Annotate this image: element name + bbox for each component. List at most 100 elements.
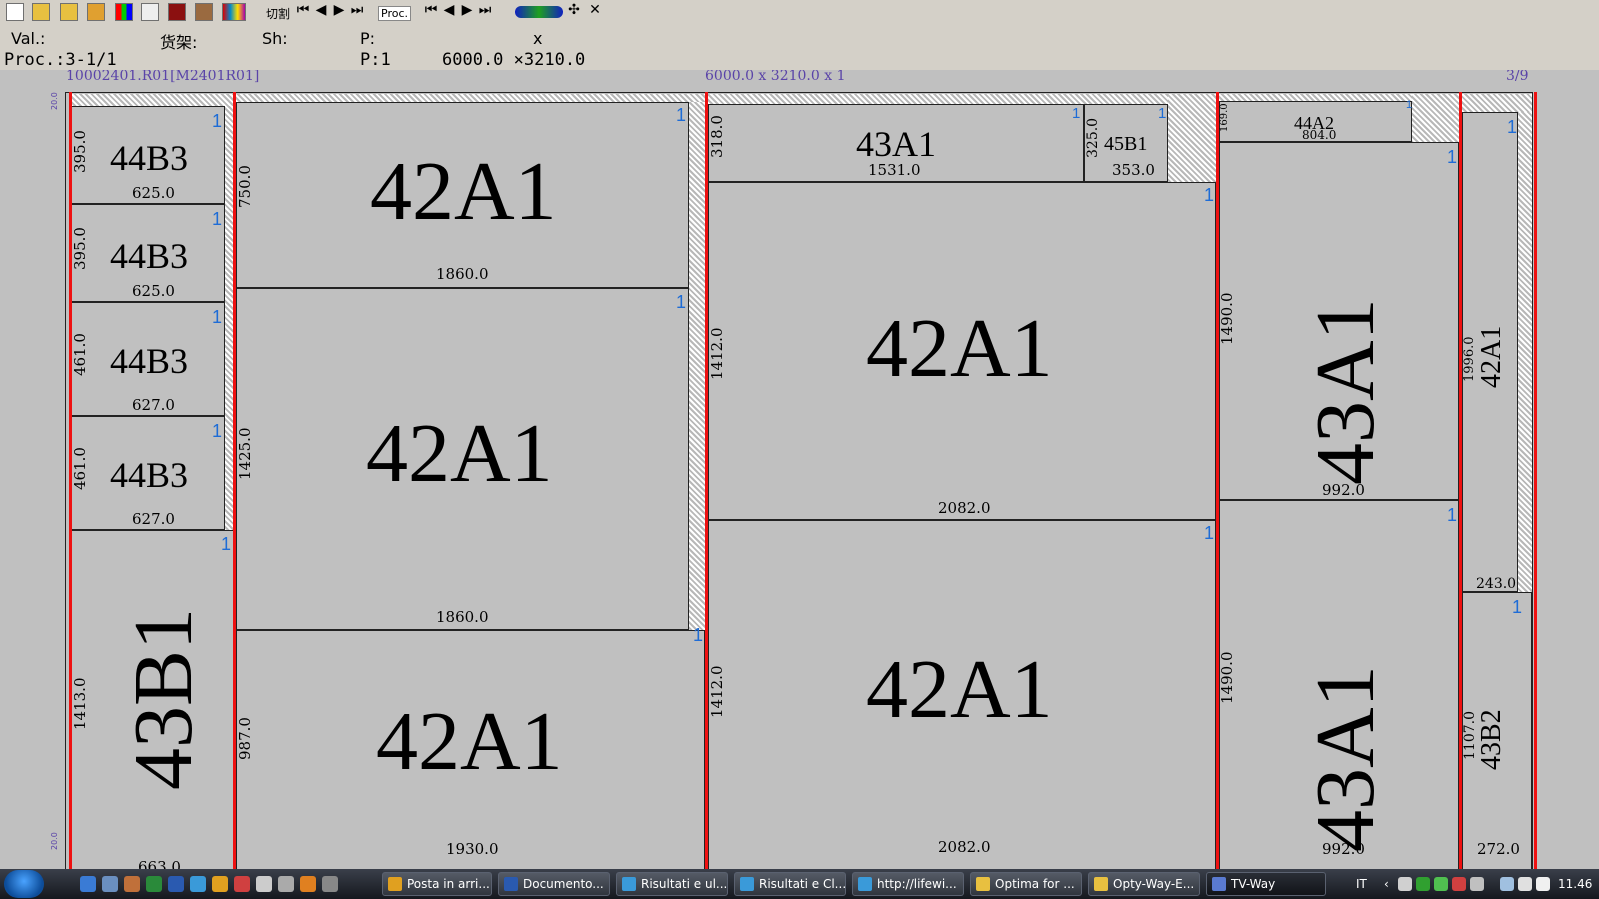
piece-width: 627.0	[132, 510, 175, 528]
layout-header-left: 10002401.R01[M2401R01]	[66, 70, 260, 84]
app-icon[interactable]	[322, 876, 338, 892]
excel-icon[interactable]	[146, 876, 162, 892]
word-icon[interactable]	[168, 876, 184, 892]
ie-icon	[740, 877, 754, 891]
proc-last-icon[interactable]: ⏭	[477, 2, 493, 18]
start-button[interactable]	[4, 870, 44, 898]
layout-header-center: 6000.0 x 3210.0 x 1	[705, 70, 846, 84]
taskbar-button-active[interactable]: TV-Way	[1206, 872, 1326, 896]
piece-qty: 1	[1204, 523, 1215, 543]
sh-label: Sh:	[262, 29, 288, 48]
waste-area	[236, 94, 705, 102]
tray-icon[interactable]	[1470, 877, 1484, 891]
app-icon[interactable]	[124, 876, 140, 892]
piece-width: 353.0	[1112, 161, 1155, 179]
waste-area	[1518, 112, 1532, 672]
new-file-icon[interactable]	[6, 3, 24, 21]
piece-label: 44B3	[110, 236, 189, 276]
piece-height: 1412.0	[708, 665, 726, 719]
tray-icon[interactable]	[1434, 877, 1448, 891]
piece-label: 42A1	[1476, 325, 1507, 388]
piece-qty: 1	[1447, 147, 1458, 167]
open-folder-red-icon[interactable]	[87, 3, 105, 21]
piece-qty: 1	[221, 534, 232, 554]
margin-label-bottom: 20.0	[50, 832, 59, 850]
piece-height: 169.0	[1219, 103, 1230, 132]
folder-icon	[1094, 877, 1108, 891]
open-folder-icon[interactable]	[60, 3, 78, 21]
palette-icon[interactable]	[115, 3, 133, 21]
piece-width: 272.0	[1477, 840, 1520, 858]
cut-button[interactable]: 切割	[266, 5, 290, 22]
layout-header-right: 3/9	[1506, 70, 1529, 84]
chevron-left-icon[interactable]: ‹	[1384, 877, 1389, 891]
piece-height: 987.0	[236, 717, 254, 760]
piece-height: 395.0	[71, 130, 89, 173]
ie-icon[interactable]	[190, 876, 206, 892]
move-icon[interactable]: ✣	[566, 2, 582, 18]
info-panel: Val.: 货架: Sh: P: x Proc.:3-1/1 P:1 6000.…	[0, 26, 1599, 70]
app-window-icon	[1212, 877, 1226, 891]
piece-label: 42A1	[370, 145, 557, 238]
piece-width: 663.0	[138, 858, 181, 870]
piece-height: 1413.0	[71, 677, 89, 731]
p-value: P:1	[360, 50, 391, 70]
list-icon[interactable]	[141, 3, 159, 21]
piece-label: 44B3	[110, 138, 189, 178]
piece-width: 243.0	[1476, 576, 1517, 592]
open-folder-icon[interactable]	[32, 3, 50, 21]
stop-icon[interactable]	[168, 3, 186, 21]
taskbar-button[interactable]: Opty-Way-E...	[1088, 872, 1200, 896]
piece-label: 43B1	[117, 607, 210, 790]
prev-icon[interactable]: ◀	[313, 2, 329, 18]
proc-first-icon[interactable]: ⏮	[423, 2, 439, 18]
last-icon[interactable]: ⏭	[349, 2, 365, 18]
tray-icon[interactable]	[1452, 877, 1466, 891]
volume-icon[interactable]	[1518, 877, 1532, 891]
next-icon[interactable]: ▶	[331, 2, 347, 18]
taskbar-button[interactable]: Risultati e ul...	[616, 872, 728, 896]
first-icon[interactable]: ⏮	[295, 2, 311, 18]
grid-icon[interactable]	[195, 3, 213, 21]
messenger-icon[interactable]	[234, 876, 250, 892]
piece-qty: 1	[1158, 105, 1167, 122]
piece-width: 627.0	[132, 396, 175, 414]
cut-line	[69, 92, 72, 869]
language-indicator[interactable]: IT	[1356, 877, 1367, 891]
piece-label: 42A1	[366, 407, 553, 500]
close-icon[interactable]: ✕	[587, 2, 603, 18]
proc-next-icon[interactable]: ▶	[459, 2, 475, 18]
tray-icon[interactable]	[1416, 877, 1430, 891]
clock[interactable]: 11.46	[1558, 877, 1592, 891]
taskbar-button[interactable]: Optima for ...	[970, 872, 1082, 896]
outlook-icon[interactable]	[212, 876, 228, 892]
proc-button[interactable]: Proc.	[378, 6, 411, 21]
ie-icon	[622, 877, 636, 891]
word-icon	[504, 877, 518, 891]
explorer-icon[interactable]	[102, 876, 118, 892]
network-icon[interactable]	[1500, 877, 1514, 891]
taskbar-button[interactable]: http://lifewi...	[852, 872, 964, 896]
taskbar-button[interactable]: Posta in arri...	[382, 872, 492, 896]
media-icon[interactable]	[300, 876, 316, 892]
cut-line	[1534, 92, 1537, 869]
speaker-icon[interactable]	[1536, 877, 1550, 891]
piece-qty: 1	[1204, 185, 1215, 205]
piece-qty: 1	[676, 292, 687, 312]
proc-prev-icon[interactable]: ◀	[441, 2, 457, 18]
taskbar: Posta in arri... Documento... Risultati …	[0, 869, 1599, 899]
waste-area	[708, 94, 1216, 104]
piece-label: 42A1	[866, 643, 1053, 736]
optimize-icon[interactable]	[515, 6, 563, 18]
app-icon[interactable]	[278, 876, 294, 892]
taskbar-button[interactable]: Risultati e Cl...	[734, 872, 846, 896]
folder-icon	[976, 877, 990, 891]
taskbar-button[interactable]: Documento...	[498, 872, 610, 896]
tray-icon[interactable]	[1398, 877, 1412, 891]
desktop-icon[interactable]	[80, 876, 96, 892]
piece-qty: 1	[1072, 105, 1081, 122]
p-label: P:	[360, 29, 376, 48]
calc-icon[interactable]	[256, 876, 272, 892]
piece-qty: 1	[1512, 597, 1523, 617]
colors-icon[interactable]	[222, 3, 246, 21]
